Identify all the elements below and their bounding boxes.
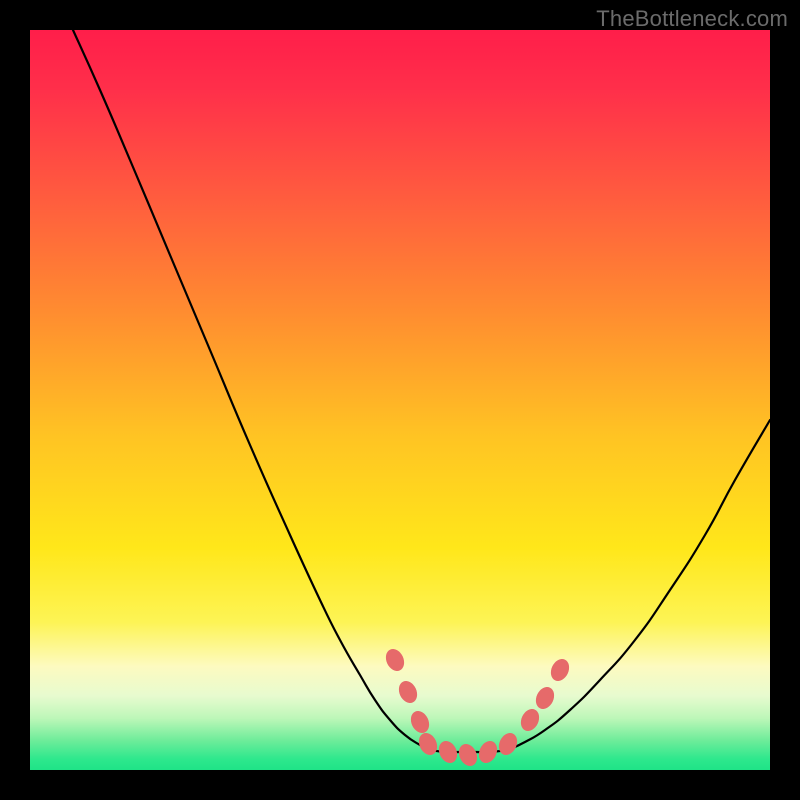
curve-marker: [547, 656, 572, 684]
curve-marker: [435, 738, 460, 766]
plot-area: [30, 30, 770, 770]
curve-marker: [455, 741, 480, 769]
watermark-text: TheBottleneck.com: [596, 6, 788, 32]
curve-marker: [517, 706, 542, 734]
curve-marker: [475, 738, 500, 766]
curve-marker: [407, 708, 432, 736]
curve-marker: [495, 730, 520, 758]
curve-marker: [532, 684, 557, 712]
curve-marker: [382, 646, 407, 674]
bottleneck-curve: [73, 30, 770, 752]
chart-frame: TheBottleneck.com: [0, 0, 800, 800]
curve-marker: [395, 678, 420, 706]
curve-layer: [30, 30, 770, 770]
curve-marker: [415, 730, 440, 758]
